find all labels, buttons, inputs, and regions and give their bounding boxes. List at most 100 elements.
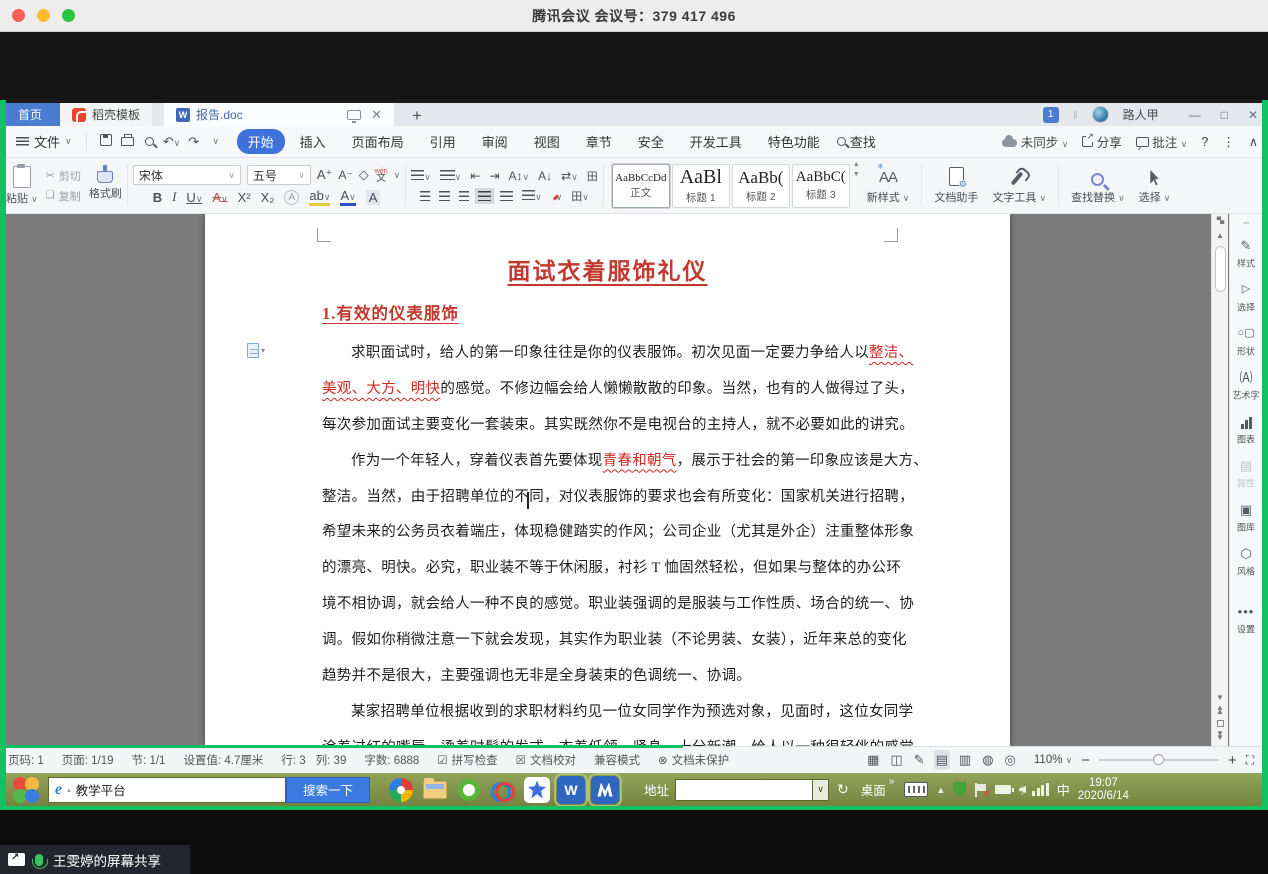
sidebar-item-gallery[interactable]: ▣ 图库: [1236, 503, 1256, 534]
protection-status[interactable]: ⊗文档未保护: [658, 752, 729, 768]
select-browse-object-icon[interactable]: [1212, 716, 1228, 730]
menu-item[interactable]: 特色功能: [757, 129, 831, 154]
taskbar-search-input[interactable]: e ▴ 教学平台: [48, 777, 286, 803]
superscript-button[interactable]: X²: [238, 190, 251, 205]
keyboard-icon[interactable]: [904, 782, 928, 797]
sidebar-item-settings[interactable]: ••• 设置: [1236, 605, 1256, 636]
help-button[interactable]: ?: [1201, 135, 1208, 149]
paste-button[interactable]: 粘贴 ∨: [6, 166, 38, 206]
address-dropdown-icon[interactable]: ∨: [813, 779, 829, 801]
status-word-count[interactable]: 字数: 6888: [364, 752, 419, 768]
insert-table-icon[interactable]: 田: [587, 168, 598, 184]
italic-button[interactable]: I: [172, 189, 176, 205]
pinyin-guide-button[interactable]: wén 文: [375, 168, 388, 182]
tab-home[interactable]: 首页: [0, 103, 60, 126]
format-painter-button[interactable]: 格式刷: [89, 171, 122, 201]
increase-indent-button[interactable]: ⇥: [489, 169, 499, 183]
style-preset[interactable]: AaBbC( 标题 3: [792, 164, 850, 208]
menu-find[interactable]: 查找: [837, 132, 876, 151]
close-window-icon[interactable]: [12, 9, 25, 22]
underline-button[interactable]: U∨: [186, 190, 202, 205]
security-shield-icon[interactable]: [953, 782, 966, 797]
vertical-scrollbar[interactable]: ▀▄ ▲ ▼ ▲▲ ▼▼: [1211, 214, 1228, 746]
spell-check-button[interactable]: ☑拼写检查: [437, 752, 497, 768]
print-button[interactable]: [117, 134, 139, 149]
minimize-window-icon[interactable]: [37, 9, 50, 22]
find-replace-button[interactable]: 查找替换 ∨: [1064, 161, 1132, 210]
read-mode-icon[interactable]: ◫: [890, 752, 902, 768]
zoom-slider[interactable]: [1099, 759, 1219, 761]
cloud-app-icon[interactable]: [489, 776, 517, 804]
zoom-in-button[interactable]: +: [1228, 752, 1237, 769]
menu-item[interactable]: 章节: [575, 129, 623, 154]
bullet-list-button[interactable]: ∨: [411, 169, 431, 183]
scroll-down-icon[interactable]: ▼: [1212, 690, 1228, 704]
message-badge[interactable]: 1: [1043, 107, 1059, 123]
show-marks-button[interactable]: ⇄∨: [561, 169, 578, 183]
cut-button[interactable]: ✂ 剪切: [46, 168, 81, 184]
menu-item[interactable]: 安全: [627, 129, 675, 154]
screen-share-toast[interactable]: 王雯婷的屏幕共享: [0, 845, 190, 874]
next-page-icon[interactable]: ▼▼: [1212, 730, 1228, 742]
tab-docer[interactable]: 稻壳模板: [60, 103, 152, 126]
previous-page-icon[interactable]: ▲▲: [1212, 704, 1228, 716]
font-size-select[interactable]: 五号∨: [247, 165, 311, 185]
sync-status-button[interactable]: 未同步 ∨: [1002, 132, 1068, 151]
justify-button[interactable]: [478, 191, 491, 201]
grow-font-button[interactable]: A⁺: [317, 167, 333, 183]
tab-document[interactable]: W 报告.doc ✕: [164, 103, 394, 126]
write-mode-icon[interactable]: ✎: [914, 752, 925, 768]
numbered-list-button[interactable]: ∨: [440, 169, 462, 183]
volume-icon[interactable]: ): [1019, 785, 1024, 795]
wps-minimize-button[interactable]: —: [1189, 108, 1201, 122]
scrollbar-thumb[interactable]: [1215, 246, 1226, 292]
sidebar-item-chart[interactable]: 图表: [1236, 415, 1256, 446]
thunder-icon[interactable]: [523, 776, 551, 804]
traffic-lights[interactable]: [12, 9, 75, 22]
sidebar-item-style[interactable]: ✎ 样式: [1236, 239, 1256, 270]
zoom-slider-thumb[interactable]: [1153, 754, 1164, 765]
copy-button[interactable]: ❏ 复制: [46, 188, 81, 204]
quickbar-more-button[interactable]: ∨: [205, 136, 227, 147]
sort-button[interactable]: A↓: [538, 169, 552, 183]
eye-protect-icon[interactable]: ◎: [1005, 752, 1016, 768]
share-button[interactable]: 分享: [1082, 132, 1122, 151]
wps-restore-button[interactable]: □: [1221, 108, 1228, 122]
menu-item[interactable]: 插入: [289, 129, 337, 154]
web-layout-icon[interactable]: ◍: [982, 752, 993, 768]
wps-close-button[interactable]: ✕: [1248, 108, 1258, 122]
outline-view-icon[interactable]: ▥: [959, 752, 971, 768]
menu-item[interactable]: 页面布局: [341, 129, 415, 154]
hidden-icons-arrow[interactable]: ▲: [936, 785, 945, 795]
fullscreen-view-icon[interactable]: ▦: [867, 752, 879, 768]
print-layout-icon[interactable]: ▤: [936, 752, 948, 768]
menu-item[interactable]: 开发工具: [679, 129, 753, 154]
tab-close-icon[interactable]: ✕: [371, 107, 382, 123]
undo-button[interactable]: ↶∨: [161, 134, 183, 150]
new-tab-button[interactable]: +: [412, 106, 422, 126]
zoom-out-button[interactable]: −: [1081, 752, 1090, 769]
decrease-indent-button[interactable]: ⇤: [470, 169, 480, 183]
document-page[interactable]: 面试衣着服饰礼仪 1.有效的仪表服饰 ▾ 求职面试时，给人的第一印象往往是你的仪…: [205, 214, 1010, 746]
line-spacing-button[interactable]: ∨: [522, 189, 542, 203]
network-signal-icon[interactable]: [1032, 783, 1049, 796]
shrink-font-button[interactable]: A⁻: [338, 168, 352, 182]
ime-indicator[interactable]: 中: [1057, 780, 1070, 799]
char-shading-button[interactable]: A: [366, 190, 381, 205]
cast-icon[interactable]: [347, 110, 361, 120]
wps-taskbar-icon[interactable]: W: [557, 776, 585, 804]
subscript-button[interactable]: X₂: [261, 190, 275, 205]
distribute-button[interactable]: [500, 191, 513, 201]
ruler-toggle-icon[interactable]: ▀▄: [1212, 214, 1228, 228]
taskbar-clock[interactable]: 19:07 2020/6/14: [1078, 777, 1129, 803]
avatar[interactable]: [1092, 106, 1109, 123]
paste-options-button[interactable]: ▾: [247, 342, 273, 358]
scroll-up-icon[interactable]: ▲: [1212, 228, 1228, 242]
align-left-button[interactable]: [420, 191, 430, 201]
address-input[interactable]: [675, 779, 813, 801]
new-style-button[interactable]: AA 新样式 ∨: [860, 161, 917, 210]
sidebar-item-select[interactable]: ▷ 选择: [1236, 283, 1256, 314]
browser-360-icon[interactable]: [387, 776, 415, 804]
sidebar-item-theme[interactable]: ⬡ 风格: [1236, 547, 1256, 578]
menu-item[interactable]: 视图: [523, 129, 571, 154]
